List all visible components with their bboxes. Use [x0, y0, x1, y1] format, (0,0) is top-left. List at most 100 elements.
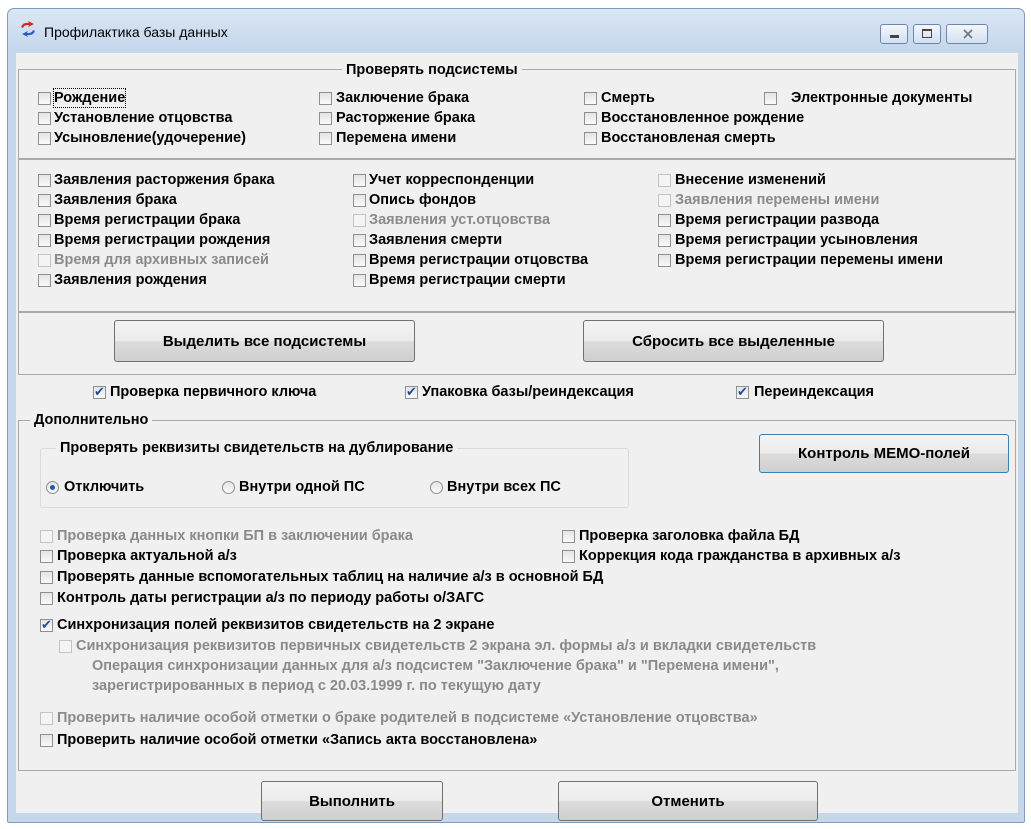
pack-reindex-label[interactable]: Упаковка базы/реиндексация: [422, 383, 634, 401]
adoption-time-checkbox[interactable]: [658, 234, 671, 247]
bp-button-check-checkbox: [40, 530, 53, 543]
reindex-label[interactable]: Переиндексация: [754, 383, 874, 401]
sync-fields-label[interactable]: Синхронизация полей реквизитов свидетель…: [57, 616, 494, 634]
name-change-label[interactable]: Перемена имени: [336, 129, 456, 147]
maximize-button[interactable]: [913, 24, 941, 44]
paternity-time-label[interactable]: Время регистрации отцовства: [369, 251, 588, 269]
close-icon: [963, 29, 973, 39]
birth-time-label[interactable]: Время регистрации рождения: [54, 231, 270, 249]
minimize-icon: [890, 35, 899, 38]
birth-time-checkbox[interactable]: [38, 234, 51, 247]
paternity-applications-checkbox: [353, 214, 366, 227]
marriage-applications-checkbox[interactable]: [38, 194, 51, 207]
memo-control-button[interactable]: Контроль МЕМО-полей: [759, 434, 1009, 473]
actual-record-label[interactable]: Проверка актуальной а/з: [57, 547, 237, 565]
reset-all-button[interactable]: Сбросить все выделенные: [583, 320, 884, 362]
paternity-label[interactable]: Установление отцовства: [54, 109, 232, 127]
window-title: Профилактика базы данных: [44, 24, 228, 40]
name-change-applications-checkbox: [658, 194, 671, 207]
dialog-window: Профилактика базы данных Проверять подси…: [7, 8, 1025, 823]
name-change-time-checkbox[interactable]: [658, 254, 671, 267]
radio-off-label[interactable]: Отключить: [64, 478, 144, 496]
funds-inventory-label[interactable]: Опись фондов: [369, 191, 476, 209]
death-checkbox[interactable]: [584, 92, 597, 105]
close-button[interactable]: [946, 24, 988, 44]
restored-death-checkbox[interactable]: [584, 132, 597, 145]
primary-key-checkbox[interactable]: [93, 383, 106, 401]
cancel-button[interactable]: Отменить: [558, 781, 818, 821]
adoption-checkbox[interactable]: [38, 132, 51, 145]
additional-legend: Дополнительно: [30, 411, 153, 429]
archive-time-checkbox: [38, 254, 51, 267]
divorce-time-checkbox[interactable]: [658, 214, 671, 227]
restored-record-mark-checkbox[interactable]: [40, 734, 53, 747]
radio-within-all-label[interactable]: Внутри всех ПС: [447, 478, 561, 496]
marriage-checkbox[interactable]: [319, 92, 332, 105]
death-applications-label[interactable]: Заявления смерти: [369, 231, 502, 249]
death-label[interactable]: Смерть: [601, 89, 655, 107]
reg-date-control-checkbox[interactable]: [40, 592, 53, 605]
restored-birth-checkbox[interactable]: [584, 112, 597, 125]
death-applications-checkbox[interactable]: [353, 234, 366, 247]
aux-tables-checkbox[interactable]: [40, 571, 53, 584]
duplicate-check-legend: Проверять реквизиты свидетельств на дубл…: [56, 439, 458, 457]
radio-within-one[interactable]: [222, 481, 235, 494]
primary-key-label[interactable]: Проверка первичного ключа: [110, 383, 316, 401]
select-all-button[interactable]: Выделить все подсистемы: [114, 320, 415, 362]
bp-button-check-label: Проверка данных кнопки БП в заключении б…: [57, 528, 413, 544]
reindex-checkbox[interactable]: [736, 383, 749, 401]
subsystems-legend: Проверять подсистемы: [342, 61, 522, 79]
marriage-time-label[interactable]: Время регистрации брака: [54, 211, 240, 229]
marriage-label[interactable]: Заключение брака: [336, 89, 469, 107]
amendments-checkbox[interactable]: [658, 174, 671, 187]
amendments-label[interactable]: Внесение изменений: [675, 171, 826, 189]
aux-tables-label[interactable]: Проверять данные вспомогательных таблиц …: [57, 568, 603, 586]
paternity-checkbox[interactable]: [38, 112, 51, 125]
radio-within-all[interactable]: [430, 481, 443, 494]
citizenship-fix-checkbox[interactable]: [562, 550, 575, 563]
sync-note-line-1: Операция синхронизации данных для а/з по…: [92, 658, 779, 674]
pack-reindex-checkbox[interactable]: [405, 383, 418, 401]
divorce-time-label[interactable]: Время регистрации развода: [675, 211, 879, 229]
birth-label[interactable]: Рождение: [52, 88, 127, 108]
run-button[interactable]: Выполнить: [261, 781, 443, 821]
sync-primary-checkbox: [59, 640, 72, 653]
divorce-checkbox[interactable]: [319, 112, 332, 125]
marriage-time-checkbox[interactable]: [38, 214, 51, 227]
birth-applications-checkbox[interactable]: [38, 274, 51, 287]
name-change-time-label[interactable]: Время регистрации перемены имени: [675, 251, 943, 269]
radio-within-one-label[interactable]: Внутри одной ПС: [239, 478, 365, 496]
death-time-label[interactable]: Время регистрации смерти: [369, 271, 566, 289]
sync-note-line-2: зарегистрированных в период с 20.03.1999…: [92, 678, 541, 694]
correspondence-label[interactable]: Учет корреспонденции: [369, 171, 534, 189]
restored-death-label[interactable]: Восстановленая смерть: [601, 129, 776, 147]
birth-applications-label[interactable]: Заявления рождения: [54, 271, 207, 289]
adoption-time-label[interactable]: Время регистрации усыновления: [675, 231, 918, 249]
restored-record-mark-label[interactable]: Проверить наличие особой отметки «Запись…: [57, 731, 537, 749]
paternity-applications-label: Заявления уст.отцовства: [369, 212, 551, 228]
funds-inventory-checkbox[interactable]: [353, 194, 366, 207]
actual-record-checkbox[interactable]: [40, 550, 53, 563]
adoption-label[interactable]: Усыновление(удочерение): [54, 129, 246, 147]
parents-marriage-mark-checkbox: [40, 712, 53, 725]
divorce-label[interactable]: Расторжение брака: [336, 109, 475, 127]
paternity-time-checkbox[interactable]: [353, 254, 366, 267]
death-time-checkbox[interactable]: [353, 274, 366, 287]
archive-time-label: Время для архивных записей: [54, 252, 269, 268]
reg-date-control-label[interactable]: Контроль даты регистрации а/з по периоду…: [57, 589, 484, 607]
file-header-checkbox[interactable]: [562, 530, 575, 543]
divorce-applications-label[interactable]: Заявления расторжения брака: [54, 171, 275, 189]
birth-checkbox[interactable]: [38, 92, 51, 105]
edocs-checkbox[interactable]: [764, 92, 777, 105]
edocs-label[interactable]: Электронные документы: [791, 89, 972, 107]
restored-birth-label[interactable]: Восстановленное рождение: [601, 109, 804, 127]
citizenship-fix-label[interactable]: Коррекция кода гражданства в архивных а/…: [579, 547, 900, 565]
divorce-applications-checkbox[interactable]: [38, 174, 51, 187]
minimize-button[interactable]: [880, 24, 908, 44]
name-change-checkbox[interactable]: [319, 132, 332, 145]
correspondence-checkbox[interactable]: [353, 174, 366, 187]
radio-off[interactable]: [46, 481, 59, 494]
marriage-applications-label[interactable]: Заявления брака: [54, 191, 177, 209]
sync-fields-checkbox[interactable]: [40, 616, 53, 634]
file-header-label[interactable]: Проверка заголовка файла БД: [579, 527, 799, 545]
